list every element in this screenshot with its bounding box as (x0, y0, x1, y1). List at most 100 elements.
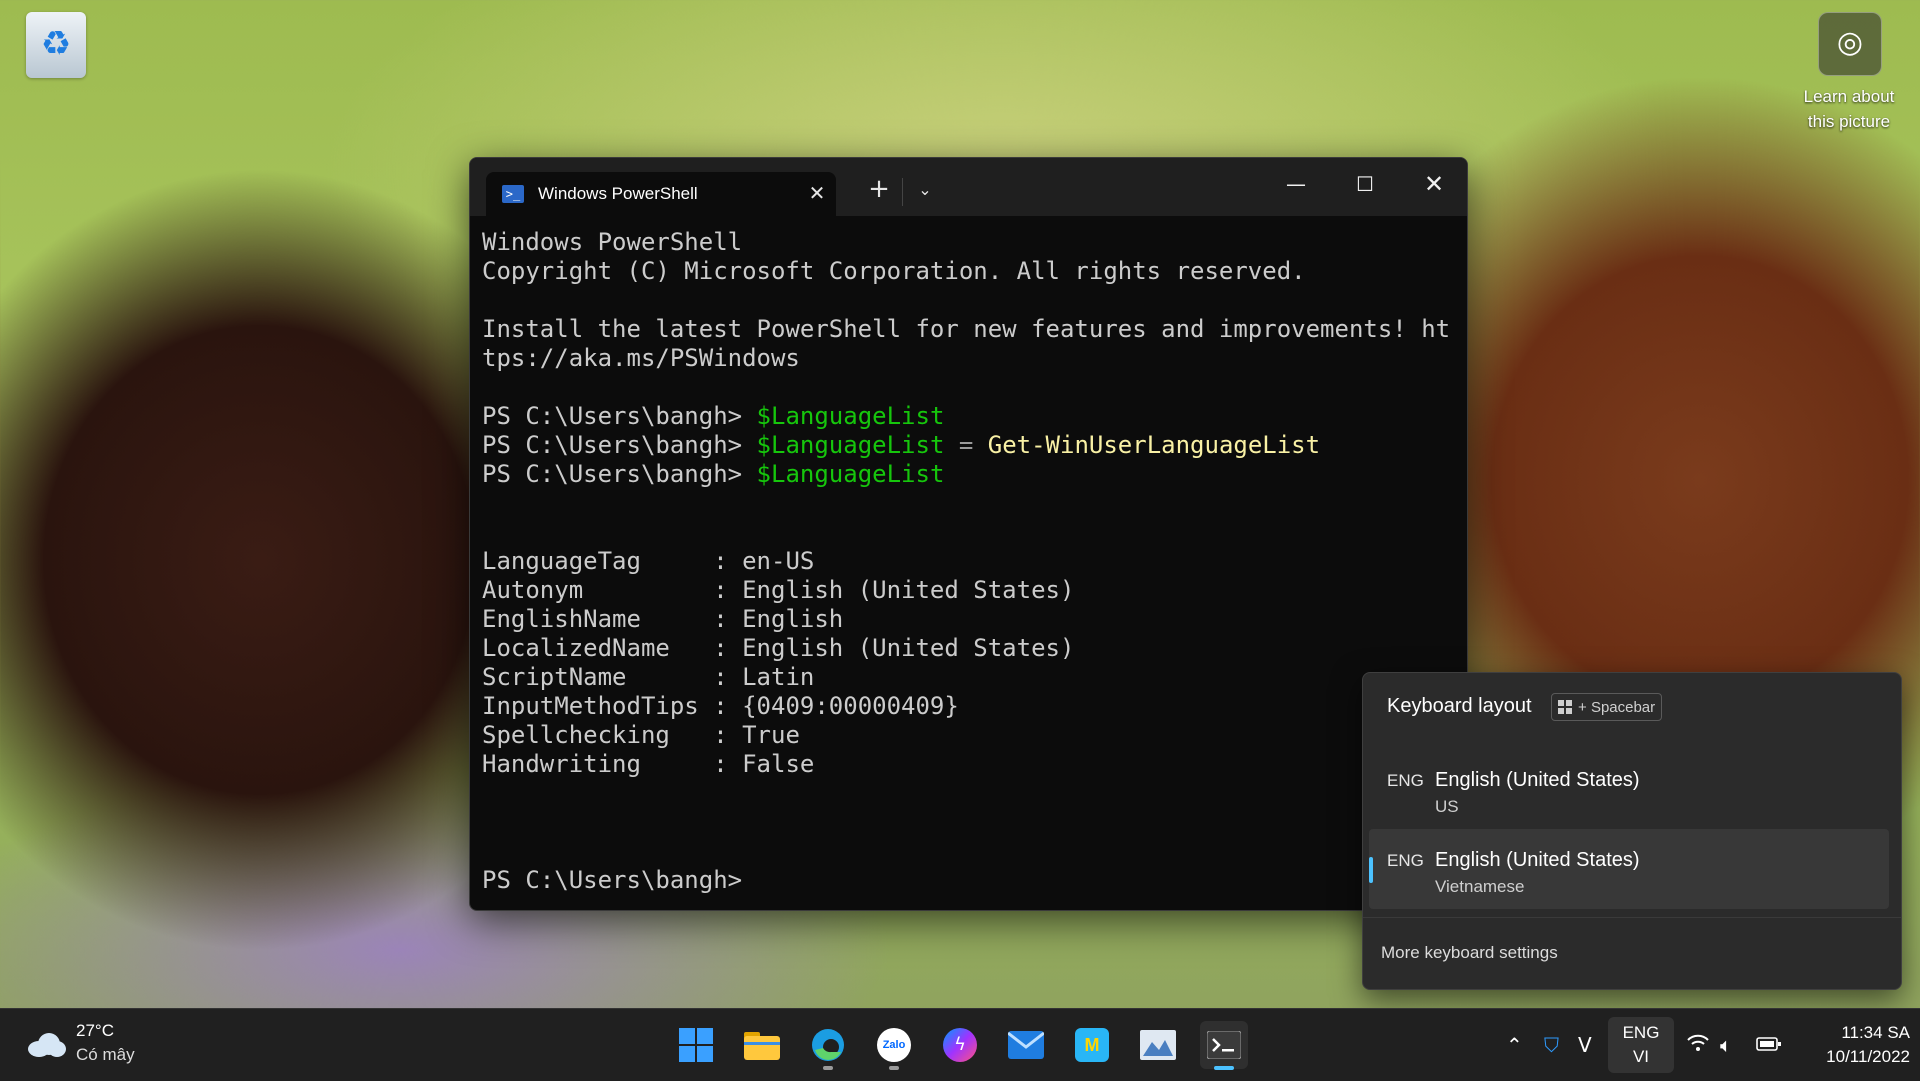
new-tab-button[interactable]: + (862, 174, 896, 204)
property-key: EnglishName (482, 605, 714, 633)
language-indicator[interactable]: ENG VI (1608, 1017, 1674, 1073)
taskbar: 27°C Có mây Zalo ϟ M ⌃ ⛉ V ENG VI 🔈︎ 11:… (0, 1008, 1920, 1081)
learn-label-line2: this picture (1807, 112, 1891, 131)
property-value: en-US (742, 547, 815, 575)
m-app-button[interactable]: M (1068, 1021, 1116, 1069)
terminal-button[interactable] (1200, 1021, 1248, 1070)
property-row: InputMethodTips : {0409:00000409} (482, 692, 1457, 721)
property-separator: : (713, 663, 743, 691)
camera-icon[interactable]: ◎ (1818, 12, 1882, 76)
layout-name: English (United States) (1435, 769, 1640, 791)
powershell-icon: >_ (502, 185, 524, 203)
tab-title: Windows PowerShell (538, 184, 698, 203)
maximize-button[interactable]: ☐ (1335, 164, 1395, 204)
property-key: InputMethodTips (482, 692, 714, 720)
mail-button[interactable] (1002, 1021, 1050, 1069)
keyboard-layout-flyout[interactable]: Keyboard layout + Spacebar ENG English (… (1362, 672, 1902, 990)
learn-about-picture-label[interactable]: Learn about this picture (1780, 84, 1918, 134)
date: 10/11/2022 (1826, 1047, 1910, 1066)
property-value: Latin (742, 663, 815, 691)
weather-temperature[interactable]: 27°C (76, 1021, 114, 1041)
minimize-button[interactable]: — (1266, 164, 1326, 204)
edge-button[interactable] (804, 1021, 852, 1070)
start-button[interactable] (672, 1021, 720, 1069)
title-bar[interactable]: >_ Windows PowerShell ✕ + ⌄ — ☐ ✕ (470, 158, 1467, 216)
weather-condition[interactable]: Có mây (76, 1045, 135, 1065)
lang-bottom: VI (1632, 1047, 1650, 1066)
property-separator: : (713, 576, 743, 604)
property-row: Handwriting : False (482, 750, 1457, 779)
tab-windows-powershell[interactable]: >_ Windows PowerShell ✕ (486, 172, 836, 216)
property-row: LocalizedName : English (United States) (482, 634, 1457, 663)
layout-sub: US (1435, 797, 1459, 816)
photos-icon (1140, 1030, 1176, 1060)
clock[interactable]: 11:34 SA 10/11/2022 (1792, 1021, 1910, 1069)
property-key: LocalizedName (482, 634, 714, 662)
layout-option-vietnamese[interactable]: ENG English (United States) Vietnamese (1369, 829, 1889, 909)
selected-indicator (1369, 857, 1373, 883)
command-line: PS C:\Users\bangh> $LanguageList (482, 460, 1457, 489)
property-row: LanguageTag : en-US (482, 547, 1457, 576)
prompt: PS C:\Users\bangh> (482, 460, 757, 488)
property-separator: : (713, 547, 743, 575)
variable: $LanguageList (756, 460, 945, 488)
active-indicator (1214, 1066, 1234, 1070)
speaker-icon[interactable]: 🔈︎ (1720, 1033, 1732, 1057)
windows-key-icon (1558, 700, 1572, 714)
property-key: LanguageTag (482, 547, 714, 575)
property-value: English (United States) (742, 634, 1075, 662)
property-row: Autonym : English (United States) (482, 576, 1457, 605)
console-line: Install the latest PowerShell for new fe… (482, 315, 1451, 343)
property-separator: : (713, 692, 743, 720)
zalo-icon: Zalo (877, 1028, 911, 1062)
messenger-button[interactable]: ϟ (936, 1021, 984, 1069)
chevron-down-icon[interactable]: ⌄ (910, 176, 940, 204)
running-indicator (889, 1066, 899, 1070)
battery-icon[interactable] (1756, 1033, 1782, 1057)
property-value: False (742, 750, 815, 778)
close-window-button[interactable]: ✕ (1404, 164, 1464, 204)
divider (1363, 917, 1901, 918)
property-value: True (742, 721, 800, 749)
tab-divider (902, 178, 903, 206)
m-app-icon: M (1075, 1028, 1109, 1062)
property-separator: : (713, 721, 743, 749)
mail-icon (1008, 1031, 1044, 1059)
property-row: ScriptName : Latin (482, 663, 1457, 692)
shield-icon[interactable]: ⛉ (1544, 1033, 1559, 1057)
flyout-title: Keyboard layout (1387, 695, 1532, 717)
wifi-icon[interactable] (1686, 1033, 1710, 1058)
file-explorer-button[interactable] (738, 1021, 786, 1069)
chevron-up-icon[interactable]: ⌃ (1506, 1033, 1523, 1057)
property-separator: : (713, 634, 743, 662)
property-separator: : (713, 605, 743, 633)
running-indicator (823, 1066, 833, 1070)
command-line: PS C:\Users\bangh> $LanguageList = Get-W… (482, 431, 1457, 460)
edge-icon (812, 1029, 844, 1061)
console-line: tps://aka.ms/PSWindows (482, 344, 800, 372)
windows-logo-icon (679, 1028, 713, 1062)
more-keyboard-settings-link[interactable]: More keyboard settings (1381, 943, 1558, 963)
layout-option-us[interactable]: ENG English (United States) US (1369, 749, 1889, 829)
property-key: Spellchecking (482, 721, 714, 749)
photos-button[interactable] (1134, 1021, 1182, 1069)
zalo-button[interactable]: Zalo (870, 1021, 918, 1070)
layout-code: ENG (1387, 771, 1424, 790)
recycle-bin-icon[interactable]: ♻ (26, 12, 86, 78)
terminal-window[interactable]: >_ Windows PowerShell ✕ + ⌄ — ☐ ✕ Window… (469, 157, 1468, 911)
variable: $LanguageList (756, 431, 945, 459)
prompt: PS C:\Users\bangh> (482, 402, 757, 430)
property-value: {0409:00000409} (742, 692, 959, 720)
cloud-icon[interactable] (26, 1029, 66, 1057)
final-prompt[interactable]: PS C:\Users\bangh> (482, 866, 1457, 895)
close-tab-icon[interactable]: ✕ (804, 180, 830, 206)
property-list: LanguageTag : en-US Autonym : English (Un… (482, 547, 1457, 779)
messenger-icon: ϟ (943, 1028, 977, 1062)
folder-icon (744, 1032, 780, 1060)
shortcut-plus: + (1578, 698, 1587, 716)
property-separator: : (713, 750, 743, 778)
v-app-icon[interactable]: V (1578, 1033, 1592, 1057)
layout-name: English (United States) (1435, 849, 1640, 871)
layout-code: ENG (1387, 851, 1424, 870)
console-output[interactable]: Windows PowerShell Copyright (C) Microsof… (482, 228, 1457, 895)
